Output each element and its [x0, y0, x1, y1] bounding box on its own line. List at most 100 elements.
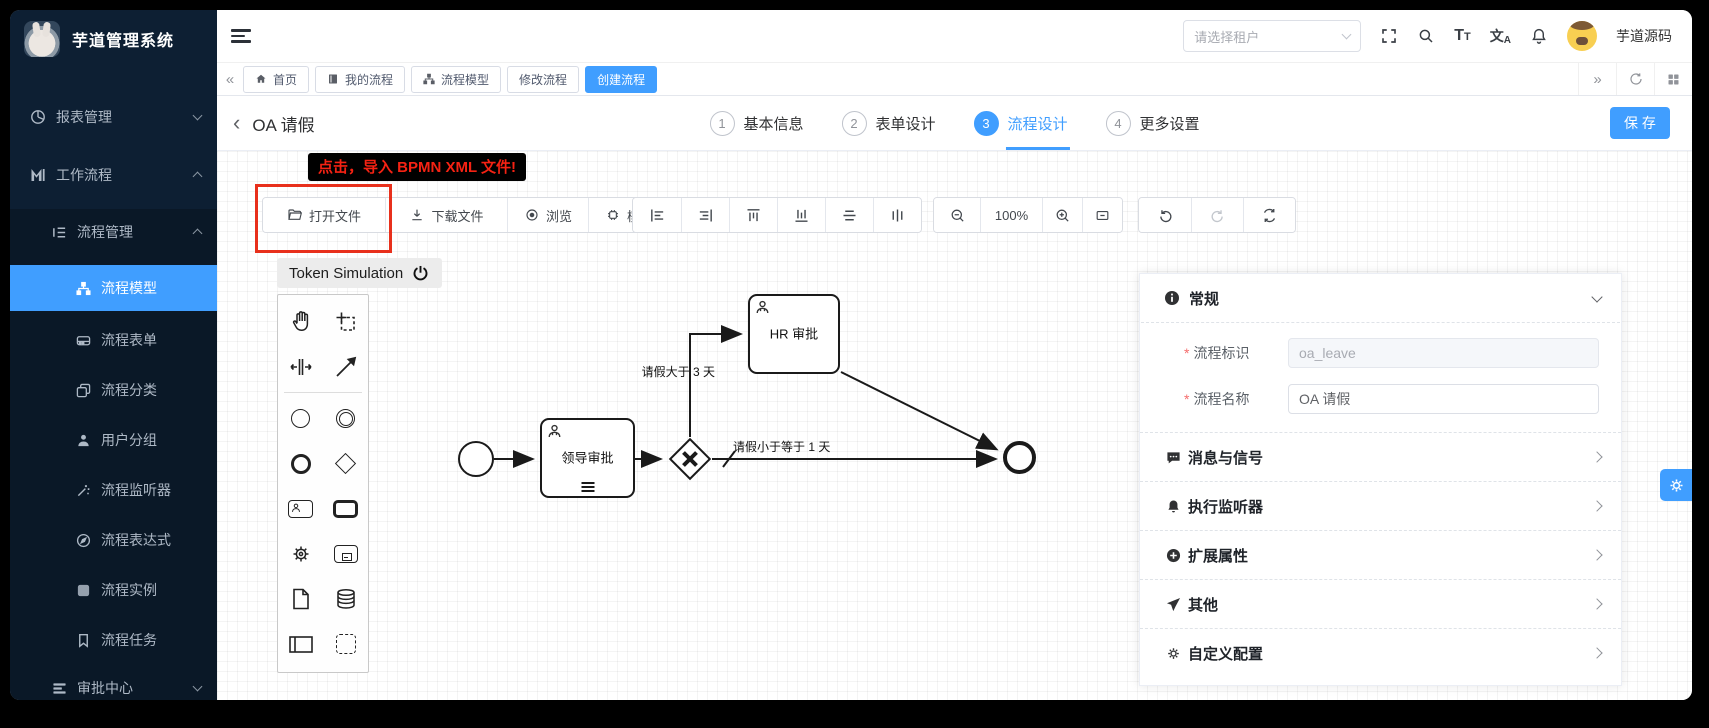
data-store-tool[interactable]: [323, 576, 368, 621]
step-more-settings[interactable]: 4 更多设置: [1106, 111, 1200, 136]
end-event-tool[interactable]: [278, 441, 323, 486]
tab-bar: « 首页 我的流程 流程模型 修改流程 创建流程 »: [217, 62, 1692, 96]
app-logo: 芋道管理系统: [10, 10, 217, 68]
step-form-design[interactable]: 2 表单设计: [841, 111, 935, 136]
hand-tool[interactable]: [278, 299, 323, 344]
sidebar-item-process-listener[interactable]: 流程监听器: [10, 467, 217, 513]
start-event[interactable]: [458, 441, 494, 477]
sidebar-item-approve-center[interactable]: 审批中心: [10, 665, 217, 700]
bell-icon[interactable]: [1530, 27, 1548, 45]
panel-general-header[interactable]: 常规: [1140, 274, 1621, 322]
participant-pool-tool[interactable]: [278, 621, 323, 666]
task-hr-approve[interactable]: HR 审批: [748, 294, 840, 374]
plus-circle-icon: [1166, 548, 1181, 563]
layout-grid-icon[interactable]: [1654, 63, 1692, 95]
field-process-key: *流程标识: [1184, 338, 1599, 368]
bpmn-canvas[interactable]: 点击，导入 BPMN XML 文件! 打开文件 下载文件 浏览 模拟: [217, 150, 1692, 700]
gear-icon: [1166, 646, 1181, 661]
scroll-right-icon[interactable]: »: [1578, 63, 1616, 95]
bell-icon: [1166, 499, 1181, 514]
section-other[interactable]: 其他: [1140, 579, 1621, 628]
intermediate-event-tool[interactable]: [323, 396, 368, 441]
steps: 1 基本信息 2 表单设计 3 流程设计 4 更多设置: [709, 111, 1199, 136]
end-event[interactable]: [1003, 441, 1036, 474]
back-icon[interactable]: ‹: [233, 112, 240, 134]
tab-my-process[interactable]: 我的流程: [315, 66, 405, 93]
chevron-down-icon: [193, 682, 203, 692]
step-process-design[interactable]: 3 流程设计: [974, 111, 1068, 136]
task-leader-approve[interactable]: 领导审批: [540, 418, 635, 498]
font-size-icon[interactable]: TT: [1454, 27, 1471, 45]
chevron-right-icon: [1591, 647, 1602, 658]
user-task-tool[interactable]: [278, 486, 323, 531]
chevron-up-icon: [193, 172, 203, 182]
translate-icon[interactable]: 文A: [1490, 26, 1511, 46]
subprocess-tool[interactable]: [323, 531, 368, 576]
user-name[interactable]: 芋道源码: [1616, 26, 1672, 46]
menu-fold-icon[interactable]: [231, 29, 251, 43]
section-custom-config[interactable]: 自定义配置: [1140, 628, 1621, 677]
scroll-left-icon[interactable]: «: [217, 71, 243, 88]
bookmark-icon: [76, 633, 91, 648]
process-name-input[interactable]: [1288, 384, 1599, 414]
field-process-name: *流程名称: [1184, 384, 1599, 414]
sidebar-item-process-category[interactable]: 流程分类: [10, 367, 217, 413]
tab-edit-process[interactable]: 修改流程: [507, 66, 579, 93]
task-tool[interactable]: [323, 486, 368, 531]
group-tool[interactable]: [323, 621, 368, 666]
workflow-icon: [30, 167, 46, 183]
refresh-icon[interactable]: [1616, 63, 1654, 95]
sidebar-item-user-group[interactable]: 用户分组: [10, 417, 217, 463]
sidebar-item-process-model[interactable]: 流程模型: [10, 265, 217, 311]
section-extended-attributes[interactable]: 扩展属性: [1140, 530, 1621, 579]
section-execution-listener[interactable]: 执行监听器: [1140, 481, 1621, 530]
info-icon: [1164, 290, 1180, 306]
palette-separator: [284, 392, 362, 393]
token-simulation-toggle[interactable]: Token Simulation: [277, 258, 442, 288]
sidebar-item-workflow[interactable]: 工作流程: [10, 152, 217, 198]
space-tool[interactable]: [278, 344, 323, 389]
book-icon: [327, 73, 339, 85]
data-object-tool[interactable]: [278, 576, 323, 621]
chevron-down-icon: [193, 111, 203, 121]
screen: 报表管理 工作流程 流程管理 流程模型 流程表单 流程分类 用户分组: [0, 0, 1709, 728]
user-icon: [76, 433, 91, 448]
tab-home[interactable]: 首页: [243, 66, 309, 93]
service-task-tool[interactable]: [278, 531, 323, 576]
pie-chart-icon: [30, 109, 46, 125]
chevron-right-icon: [1591, 500, 1602, 511]
sidebar-item-process-form[interactable]: 流程表单: [10, 317, 217, 363]
connection-tool[interactable]: [323, 344, 368, 389]
chevron-down-icon: [1342, 30, 1352, 40]
tab-process-model[interactable]: 流程模型: [411, 66, 501, 93]
drive-icon: [76, 333, 91, 348]
tab-create-process[interactable]: 创建流程: [585, 66, 657, 93]
sidebar-item-process-task[interactable]: 流程任务: [10, 617, 217, 663]
settings-float-button[interactable]: [1660, 469, 1692, 501]
lasso-tool[interactable]: [323, 299, 368, 344]
page-title: OA 请假: [252, 111, 314, 136]
tenant-select[interactable]: 请选择租户: [1183, 20, 1361, 52]
gear-icon: [1668, 477, 1685, 494]
gateway-x-icon: [668, 437, 712, 481]
section-message-signal[interactable]: 消息与信号: [1140, 432, 1621, 481]
sidebar-item-process-mgmt[interactable]: 流程管理: [10, 209, 217, 255]
sidebar-item-report[interactable]: 报表管理: [10, 94, 217, 140]
step-basic-info[interactable]: 1 基本信息: [709, 111, 803, 136]
gateway-tool[interactable]: [323, 441, 368, 486]
chevron-down-icon: [1591, 291, 1602, 302]
exclusive-gateway[interactable]: [668, 437, 712, 481]
save-button[interactable]: 保 存: [1610, 107, 1670, 139]
process-key-input[interactable]: [1288, 338, 1599, 368]
compass-icon: [76, 533, 91, 548]
start-event-tool[interactable]: [278, 396, 323, 441]
list-icon: [52, 225, 67, 240]
condition-label-le1: 请假小于等于 1 天: [733, 438, 830, 455]
logo-avatar: [24, 21, 60, 57]
sidebar-item-process-instance[interactable]: 流程实例: [10, 567, 217, 613]
sidebar-item-process-expression[interactable]: 流程表达式: [10, 517, 217, 563]
bpmn-palette: [277, 294, 369, 673]
user-avatar[interactable]: [1567, 21, 1597, 51]
fullscreen-icon[interactable]: [1380, 27, 1398, 45]
search-icon[interactable]: [1417, 27, 1435, 45]
